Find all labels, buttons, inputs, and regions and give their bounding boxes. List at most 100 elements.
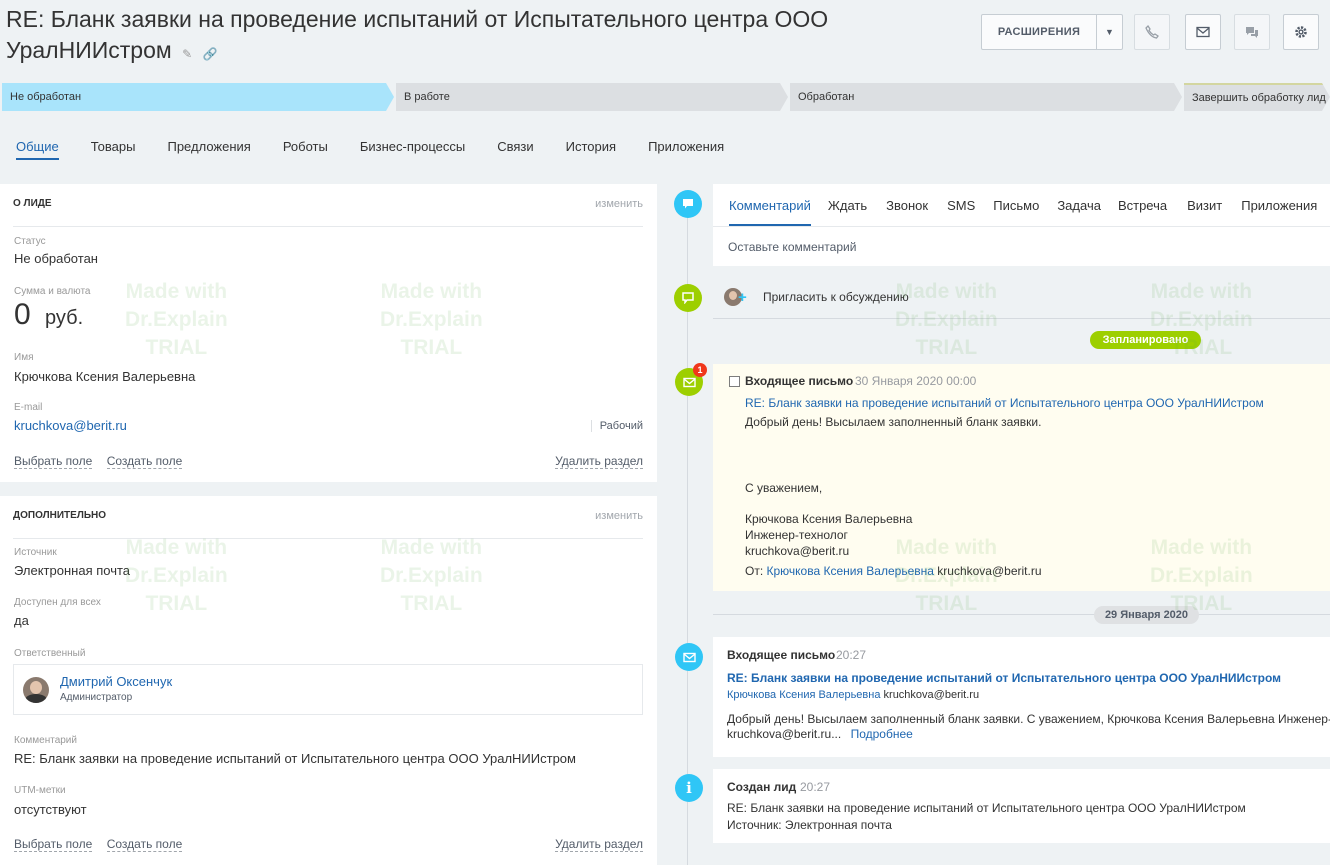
- tab-products[interactable]: Товары: [91, 130, 136, 160]
- panel-heading: ДОПОЛНИТЕЛЬНО: [13, 510, 107, 521]
- sender-email: kruchkova@berit.ru: [883, 689, 980, 701]
- delete-section-wrap: Удалить раздел: [555, 835, 643, 853]
- plus-icon[interactable]: +: [738, 289, 747, 306]
- date-badge: 29 Января 2020: [1094, 606, 1199, 624]
- amount-value: 0: [14, 298, 31, 331]
- divider: [713, 318, 1330, 319]
- utm-label: UTM-метки: [14, 785, 66, 796]
- from-email: kruchkova@berit.ru: [937, 564, 1042, 578]
- tab-general[interactable]: Общие: [16, 130, 59, 160]
- chat-button[interactable]: [1234, 14, 1270, 50]
- delete-section-link[interactable]: Удалить раздел: [555, 837, 643, 852]
- watermark: Made withDr.ExplainTRIAL: [1150, 280, 1253, 359]
- invite-link[interactable]: Пригласить к обсуждению: [763, 290, 909, 304]
- from-label: От:: [745, 564, 764, 578]
- composer-tab-call[interactable]: Звонок: [886, 184, 928, 226]
- edit-link[interactable]: изменить: [595, 510, 643, 522]
- name-value: Крючкова Ксения Валерьевна: [14, 369, 196, 384]
- stage-new[interactable]: Не обработан: [2, 83, 394, 111]
- email-button[interactable]: [1185, 14, 1221, 50]
- panel-footer: Выбрать поле Создать поле: [14, 452, 183, 470]
- composer-tab-task[interactable]: Задача: [1057, 184, 1101, 226]
- tab-business-processes[interactable]: Бизнес-процессы: [360, 130, 465, 160]
- created-source: Источник: Электронная почта: [727, 818, 892, 832]
- extensions-label: РАСШИРЕНИЯ: [997, 26, 1081, 38]
- select-field-link[interactable]: Выбрать поле: [14, 454, 93, 469]
- planned-email-card: Входящее письмо 30 Января 2020 00:00 RE:…: [713, 364, 1330, 591]
- composer-tab-meeting[interactable]: Встреча: [1118, 184, 1167, 226]
- phone-button[interactable]: [1134, 14, 1170, 50]
- additional-panel: ДОПОЛНИТЕЛЬНО изменить Источник Электрон…: [0, 496, 657, 865]
- composer-tab-apps[interactable]: Приложения: [1241, 184, 1317, 226]
- created-subject: RE: Бланк заявки на проведение испытаний…: [727, 801, 1246, 815]
- responsible-card[interactable]: Дмитрий Оксенчук Администратор: [13, 664, 643, 715]
- email-subject[interactable]: RE: Бланк заявки на проведение испытаний…: [727, 671, 1281, 685]
- watermark: Made withDr.ExplainTRIAL: [895, 280, 998, 359]
- created-card: Создан лид 20:27 RE: Бланк заявки на про…: [713, 769, 1330, 843]
- public-value: да: [14, 613, 29, 628]
- utm-value: отсутствуют: [14, 802, 87, 817]
- responsible-name[interactable]: Дмитрий Оксенчук: [60, 674, 172, 689]
- chevron-down-icon[interactable]: ▼: [1096, 15, 1122, 49]
- composer-tab-sms[interactable]: SMS: [947, 184, 975, 226]
- select-field-link[interactable]: Выбрать поле: [14, 837, 93, 852]
- comment-label: Комментарий: [14, 735, 77, 746]
- email-from: От: Крючкова Ксения Валерьевна kruchkova…: [745, 564, 1042, 578]
- panel-header: О ЛИДЕ изменить: [13, 198, 643, 227]
- about-lead-panel: О ЛИДЕ изменить Статус Не обработан Сумм…: [0, 184, 657, 482]
- composer-tab-comment[interactable]: Комментарий: [729, 184, 811, 226]
- name-label: Имя: [14, 352, 34, 363]
- email-type: Рабочий: [590, 420, 643, 432]
- stage-processed[interactable]: Обработан: [790, 83, 1182, 111]
- tab-offers[interactable]: Предложения: [167, 130, 250, 160]
- panel-heading: О ЛИДЕ: [13, 198, 52, 209]
- tab-robots[interactable]: Роботы: [283, 130, 328, 160]
- stage-finish[interactable]: Завершить обработку лид: [1184, 83, 1330, 111]
- source-value: Электронная почта: [14, 563, 131, 578]
- edit-title-icon[interactable]: ✎: [182, 47, 192, 61]
- gear-icon: [1295, 26, 1307, 38]
- done-checkbox[interactable]: [729, 376, 740, 387]
- email-line: С уважением,: [745, 481, 823, 495]
- delete-section-wrap: Удалить раздел: [555, 452, 643, 470]
- lead-title: RE: Бланк заявки на проведение испытаний…: [6, 6, 829, 63]
- extensions-button[interactable]: РАСШИРЕНИЯ ▼: [981, 14, 1123, 50]
- composer-tab-email[interactable]: Письмо: [993, 184, 1039, 226]
- tab-history[interactable]: История: [566, 130, 616, 160]
- settings-button[interactable]: [1283, 14, 1319, 50]
- responsible-label: Ответственный: [14, 648, 86, 659]
- composer-tabs: Комментарий Ждать Звонок SMS Письмо Зада…: [713, 184, 1330, 227]
- create-field-link[interactable]: Создать поле: [106, 837, 183, 852]
- avatar: [23, 677, 49, 703]
- amount-field: 0 руб.: [14, 298, 83, 335]
- amount-label: Сумма и валюта: [14, 286, 91, 297]
- create-field-link[interactable]: Создать поле: [106, 454, 183, 469]
- panel-header: ДОПОЛНИТЕЛЬНО изменить: [13, 510, 643, 539]
- envelope-icon: [675, 643, 703, 671]
- responsible-role: Администратор: [60, 692, 133, 703]
- link-icon[interactable]: 🔗: [203, 47, 218, 61]
- stage-in-progress[interactable]: В работе: [396, 83, 788, 111]
- counter-badge: 1: [693, 363, 707, 377]
- chat-bubble-icon: [674, 284, 702, 312]
- tab-apps[interactable]: Приложения: [648, 130, 724, 160]
- panel-footer: Выбрать поле Создать поле: [14, 835, 183, 853]
- email-line: Инженер-технолог: [745, 528, 848, 542]
- email-card: Входящее письмо 20:27 RE: Бланк заявки н…: [713, 637, 1330, 757]
- sender-name[interactable]: Крючкова Ксения Валерьевна: [727, 689, 880, 701]
- from-name[interactable]: Крючкова Ксения Валерьевна: [767, 564, 934, 578]
- email-sender: Крючкова Ксения Валерьевна kruchkova@ber…: [727, 689, 979, 701]
- tab-links[interactable]: Связи: [497, 130, 533, 160]
- envelope-icon: [1196, 26, 1210, 38]
- email-body-end: kruchkova@berit.ru... Подробнее: [727, 727, 913, 741]
- comment-input[interactable]: Оставьте комментарий: [728, 240, 856, 254]
- composer-tab-wait[interactable]: Ждать: [828, 184, 867, 226]
- more-link[interactable]: Подробнее: [851, 727, 913, 741]
- email-subject[interactable]: RE: Бланк заявки на проведение испытаний…: [745, 396, 1264, 410]
- composer-tab-visit[interactable]: Визит: [1187, 184, 1222, 226]
- edit-link[interactable]: изменить: [595, 198, 643, 210]
- status-label: Статус: [14, 236, 46, 247]
- email-line: Добрый день! Высылаем заполненный бланк …: [745, 415, 1042, 429]
- email-link[interactable]: kruchkova@berit.ru: [14, 418, 127, 433]
- delete-section-link[interactable]: Удалить раздел: [555, 454, 643, 469]
